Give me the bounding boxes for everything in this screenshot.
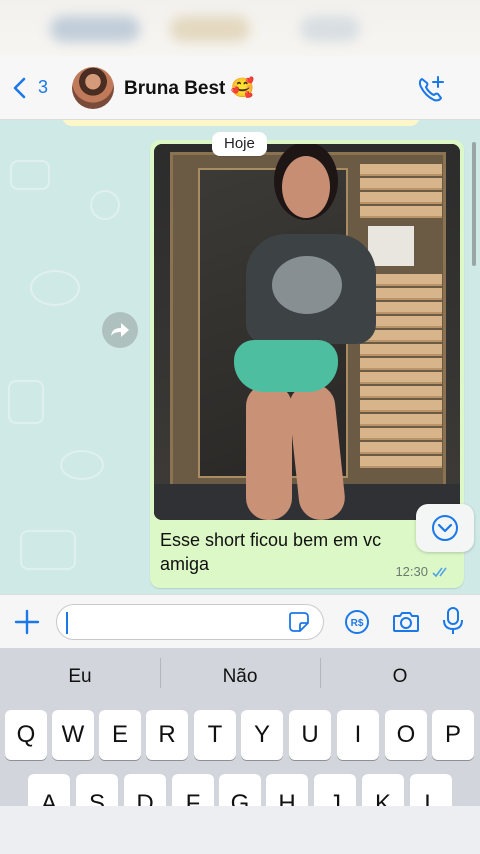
svg-text:R$: R$ xyxy=(351,618,364,629)
suggestion-bar: Eu Não O xyxy=(0,648,480,706)
message-time: 12:30 xyxy=(395,564,428,579)
suggestion-item[interactable]: Eu xyxy=(0,666,160,688)
message-meta: 12:30 xyxy=(395,564,452,579)
key-q[interactable]: Q xyxy=(5,710,47,760)
pix-payment-icon[interactable]: R$ xyxy=(344,609,370,635)
key-r[interactable]: R xyxy=(146,710,188,760)
suggestion-item[interactable]: Não xyxy=(160,658,320,688)
chevron-left-icon xyxy=(13,77,26,98)
message-text: Esse short ficou bem em vc amiga xyxy=(160,530,382,574)
plus-icon[interactable] xyxy=(14,609,40,635)
scroll-down-button[interactable] xyxy=(416,504,474,552)
key-u[interactable]: U xyxy=(289,710,331,760)
key-e[interactable]: E xyxy=(99,710,141,760)
chat-area[interactable]: Esse short ficou bem em vc amiga 12:30 H… xyxy=(0,120,480,594)
bottom-blurred-area xyxy=(0,806,480,854)
key-t[interactable]: T xyxy=(194,710,236,760)
sticker-icon[interactable] xyxy=(288,611,310,633)
keyboard-row-1: Q W E R T Y U I O P xyxy=(0,710,480,762)
message-input[interactable] xyxy=(56,604,324,640)
date-label: Hoje xyxy=(212,132,267,156)
key-y[interactable]: Y xyxy=(241,710,283,760)
avatar[interactable] xyxy=(72,66,115,109)
message-composer: R$ xyxy=(0,594,480,648)
previous-message-bubble xyxy=(62,120,420,126)
microphone-icon[interactable] xyxy=(442,606,464,636)
forward-button[interactable] xyxy=(102,312,138,348)
unread-count: 3 xyxy=(38,77,49,97)
message-photo[interactable] xyxy=(154,144,460,520)
forward-arrow-icon xyxy=(111,323,129,337)
text-caret xyxy=(66,612,68,634)
chevron-down-circle-icon xyxy=(432,515,458,541)
scrollbar[interactable] xyxy=(472,142,476,266)
key-w[interactable]: W xyxy=(52,710,94,760)
contact-name[interactable]: Bruna Best 🥰 xyxy=(124,76,254,100)
phone-plus-icon[interactable] xyxy=(416,74,446,104)
camera-icon[interactable] xyxy=(392,609,420,635)
key-p[interactable]: P xyxy=(432,710,474,760)
chat-header: 3 Bruna Best 🥰 xyxy=(0,56,480,120)
read-ticks-icon xyxy=(432,567,447,577)
status-bar-blurred xyxy=(0,0,480,56)
back-button[interactable]: 3 xyxy=(12,77,48,99)
key-i[interactable]: I xyxy=(337,710,379,760)
suggestion-item[interactable]: O xyxy=(320,658,480,688)
key-o[interactable]: O xyxy=(385,710,427,760)
